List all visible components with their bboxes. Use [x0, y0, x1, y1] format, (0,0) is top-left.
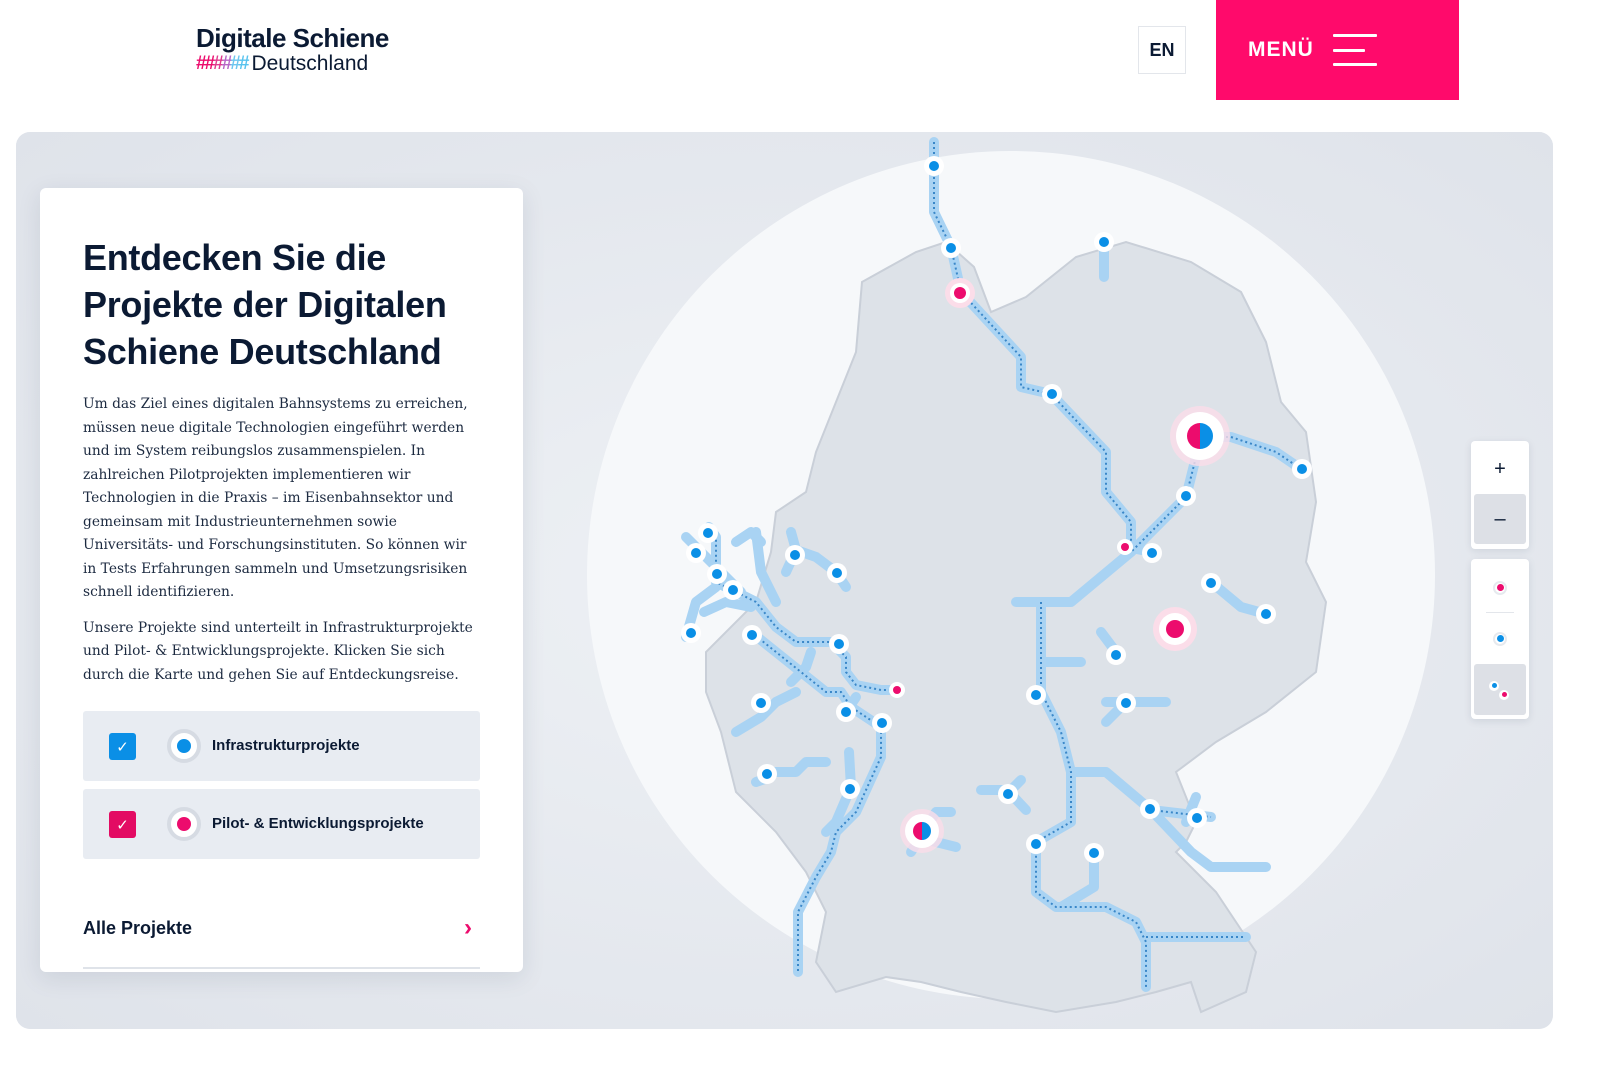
infra-marker[interactable] — [827, 563, 847, 583]
infra-marker[interactable] — [1116, 693, 1136, 713]
intro-paragraph-secondary: Unsere Projekte sind unterteilt in Infra… — [83, 619, 473, 683]
intro-paragraph: Um das Ziel eines digitalen Bahnsystems … — [83, 396, 468, 600]
hamburger-icon — [1332, 34, 1377, 66]
infra-marker[interactable] — [681, 623, 701, 643]
infra-marker[interactable] — [1176, 486, 1196, 506]
zoom-out-button[interactable]: – — [1474, 494, 1526, 544]
check-icon: ✓ — [116, 816, 129, 834]
all-projects-label: Alle Projekte — [83, 917, 193, 938]
infra-marker[interactable] — [686, 543, 706, 563]
infra-marker[interactable] — [707, 564, 727, 584]
menu-label: MENÜ — [1248, 38, 1314, 61]
infra-marker[interactable] — [1042, 384, 1062, 404]
infra-marker[interactable] — [1026, 685, 1046, 705]
combined-marker[interactable] — [1170, 406, 1230, 466]
page-title: Entdecken Sie die Projekte der Digitalen… — [83, 237, 447, 372]
filter-pilot[interactable]: ✓ Pilot- & Entwicklungsprojekte — [83, 789, 480, 859]
pilot-projects-view-button[interactable] — [1474, 562, 1526, 613]
infra-marker[interactable] — [1292, 459, 1312, 479]
infra-marker[interactable] — [757, 764, 777, 784]
infra-marker[interactable] — [924, 156, 944, 176]
infra-marker[interactable] — [836, 702, 856, 722]
site-header: Digitale Schiene ###### Deutschland EN M… — [0, 0, 1600, 110]
combined-marker[interactable] — [900, 809, 944, 853]
logo-subtitle: Deutschland — [251, 52, 369, 75]
all-projects-link[interactable]: Alle Projekte › — [83, 859, 480, 969]
all-projects-view-button[interactable] — [1474, 664, 1526, 715]
infra-marker[interactable] — [1201, 573, 1221, 593]
infra-marker[interactable] — [751, 693, 771, 713]
language-switch-button[interactable]: EN — [1138, 26, 1186, 74]
infra-marker[interactable] — [1140, 799, 1160, 819]
infra-marker[interactable] — [742, 625, 762, 645]
pilot-dot-icon — [1493, 580, 1507, 595]
filter-infrastructure[interactable]: ✓ Infrastrukturprojekte — [83, 711, 480, 781]
infra-marker[interactable] — [1084, 843, 1104, 863]
logo-title: Digitale Schiene — [196, 23, 389, 53]
zoom-in-button[interactable]: + — [1474, 444, 1526, 494]
filter-label-infrastructure: Infrastrukturprojekte — [212, 737, 360, 754]
infra-marker[interactable] — [1187, 808, 1207, 828]
infra-marker[interactable] — [1106, 645, 1126, 665]
pilot-marker[interactable] — [1153, 607, 1197, 651]
menu-button[interactable]: MENÜ — [1216, 0, 1459, 100]
infra-marker[interactable] — [1026, 834, 1046, 854]
infra-marker[interactable] — [829, 634, 849, 654]
zoom-controls: + – — [1471, 441, 1529, 549]
infrastructure-marker-icon — [167, 729, 201, 763]
pilot-marker[interactable] — [945, 278, 975, 308]
view-filter-controls — [1471, 559, 1529, 719]
logo[interactable]: Digitale Schiene ###### Deutschland — [196, 24, 416, 80]
infrastructure-dot-icon — [1493, 631, 1507, 646]
infrastructure-checkbox[interactable]: ✓ — [109, 733, 136, 760]
chevron-right-icon: › — [464, 914, 472, 941]
infra-marker[interactable] — [1256, 604, 1276, 624]
logo-hash-pattern: ###### — [196, 53, 249, 74]
infra-marker[interactable] — [723, 580, 743, 600]
check-icon: ✓ — [116, 738, 129, 756]
combined-dots-icon — [1487, 677, 1513, 703]
filter-label-pilot: Pilot- & Entwicklungsprojekte — [212, 815, 424, 832]
infra-marker[interactable] — [1142, 543, 1162, 563]
pilot-marker[interactable] — [889, 682, 905, 698]
infra-marker[interactable] — [998, 784, 1018, 804]
pilot-checkbox[interactable]: ✓ — [109, 811, 136, 838]
infra-marker[interactable] — [1094, 232, 1114, 252]
infra-marker[interactable] — [785, 545, 805, 565]
infrastructure-projects-view-button[interactable] — [1474, 613, 1526, 664]
infra-marker[interactable] — [872, 713, 892, 733]
pilot-marker[interactable] — [1117, 539, 1133, 555]
infra-marker[interactable] — [941, 238, 961, 258]
infra-marker[interactable] — [698, 523, 718, 543]
intro-panel: Entdecken Sie die Projekte der Digitalen… — [40, 188, 523, 972]
pilot-marker-icon — [167, 807, 201, 841]
infra-marker[interactable] — [840, 779, 860, 799]
